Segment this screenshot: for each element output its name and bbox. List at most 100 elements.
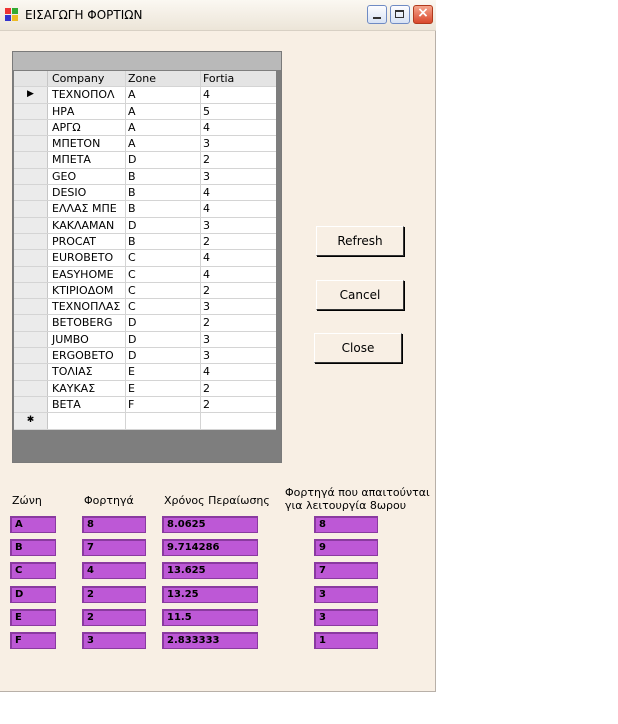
fortia-cell[interactable]: 4: [203, 365, 210, 378]
minimize-button[interactable]: [367, 5, 387, 24]
loads-field[interactable]: 4: [82, 562, 146, 580]
row-selector[interactable]: [14, 364, 48, 380]
company-cell[interactable]: ΤΟΛΙΑΣ: [52, 365, 93, 378]
table-row[interactable]: GEO B 3: [14, 168, 276, 186]
fortia-cell[interactable]: 4: [203, 186, 210, 199]
zone-cell[interactable]: A: [128, 137, 136, 150]
column-header-zone[interactable]: Zone: [128, 72, 156, 85]
row-selector[interactable]: [14, 282, 48, 299]
zone-cell[interactable]: F: [128, 398, 134, 411]
fortia-cell[interactable]: 3: [203, 170, 210, 183]
refresh-button[interactable]: Refresh: [316, 226, 404, 256]
fortia-cell[interactable]: 3: [203, 137, 210, 150]
zone-cell[interactable]: D: [128, 153, 136, 166]
zone-cell[interactable]: B: [128, 235, 136, 248]
row-selector[interactable]: [14, 217, 48, 233]
wait-time-field[interactable]: 13.625: [162, 562, 258, 580]
row-selector[interactable]: [14, 396, 48, 413]
wait-time-field[interactable]: 9.714286: [162, 539, 258, 557]
zone-cell[interactable]: E: [128, 382, 135, 395]
table-row[interactable]: ΕΛΛΑΣ ΜΠΕ B 4: [14, 201, 276, 218]
wait-time-field[interactable]: 8.0625: [162, 516, 258, 533]
zone-cell[interactable]: C: [128, 251, 136, 264]
company-cell[interactable]: ΗΡΑ: [52, 105, 74, 118]
column-header-company[interactable]: Company: [52, 72, 104, 85]
company-cell[interactable]: GEO: [52, 170, 76, 183]
zone-cell[interactable]: D: [128, 316, 136, 329]
fortia-cell[interactable]: 4: [203, 202, 210, 215]
company-cell[interactable]: ΚΑΚΛΑΜΑΝ: [52, 219, 114, 232]
row-selector[interactable]: [14, 168, 48, 185]
company-cell[interactable]: JUMBO: [52, 333, 89, 346]
row-selector[interactable]: [14, 185, 48, 201]
required-field[interactable]: 1: [314, 632, 378, 649]
row-selector[interactable]: [14, 380, 48, 396]
company-cell[interactable]: ΚΑΥΚΑΣ: [52, 382, 95, 395]
table-row[interactable]: ERGOBETO D 3: [14, 348, 276, 365]
company-cell[interactable]: BETOBERG: [52, 316, 113, 329]
table-row[interactable]: ΚΑΥΚΑΣ E 2: [14, 380, 276, 397]
grid-table[interactable]: Company Zone Fortia ▶ ΤΕΧΝΟΠΟΛ A 4 ΗΡΑ A 5 ΑΡΓΩ…: [14, 71, 276, 430]
row-selector[interactable]: [14, 299, 48, 315]
fortia-cell[interactable]: 4: [203, 268, 210, 281]
zone-cell[interactable]: D: [128, 333, 136, 346]
zone-cell[interactable]: B: [128, 170, 136, 183]
row-selector[interactable]: [14, 103, 48, 119]
table-row[interactable]: BETOBERG D 2: [14, 315, 276, 332]
zone-cell[interactable]: A: [128, 88, 136, 101]
company-cell[interactable]: PROCAT: [52, 235, 96, 248]
zone-cell[interactable]: A: [128, 121, 136, 134]
table-row[interactable]: EASYHOME C 4: [14, 266, 276, 283]
table-row[interactable]: ΤΟΛΙΑΣ E 4: [14, 364, 276, 381]
wait-time-field[interactable]: 11.5: [162, 608, 258, 626]
row-selector[interactable]: [14, 266, 48, 282]
loads-field[interactable]: 7: [82, 539, 146, 557]
zone-cell[interactable]: C: [128, 268, 136, 281]
new-row[interactable]: ✱: [14, 413, 276, 430]
fortia-cell[interactable]: 4: [203, 251, 210, 264]
company-cell[interactable]: ΚΤΙΡΙΟΔΟΜ: [52, 284, 113, 297]
wait-time-field[interactable]: 2.833333: [162, 632, 258, 649]
loads-field[interactable]: 3: [82, 632, 146, 649]
company-cell[interactable]: ΑΡΓΩ: [52, 121, 81, 134]
row-selector[interactable]: ▶: [14, 87, 48, 103]
loads-field[interactable]: 2: [82, 608, 146, 626]
row-selector[interactable]: [14, 233, 48, 250]
zone-cell[interactable]: D: [128, 219, 136, 232]
fortia-cell[interactable]: 2: [203, 398, 210, 411]
table-row[interactable]: ΚΤΙΡΙΟΔΟΜ C 2: [14, 282, 276, 300]
wait-time-field[interactable]: 13.25: [162, 585, 258, 603]
zone-field[interactable]: D: [10, 585, 56, 603]
zone-cell[interactable]: A: [128, 105, 136, 118]
table-row[interactable]: PROCAT B 2: [14, 233, 276, 251]
company-cell[interactable]: ΤΕΧΝΟΠΟΛ: [52, 88, 115, 101]
fortia-cell[interactable]: 3: [203, 300, 210, 313]
loads-field[interactable]: 8: [82, 516, 146, 533]
cancel-button[interactable]: Cancel: [316, 280, 404, 310]
table-row[interactable]: EUROBETO C 4: [14, 250, 276, 267]
company-cell[interactable]: ΒΕΤΑ: [52, 398, 81, 411]
zone-cell[interactable]: C: [128, 300, 136, 313]
table-row[interactable]: ΚΑΚΛΑΜΑΝ D 3: [14, 217, 276, 234]
zone-field[interactable]: E: [10, 608, 56, 626]
table-row[interactable]: ΜΠΕΤΟΝ A 3: [14, 136, 276, 153]
fortia-cell[interactable]: 2: [203, 235, 210, 248]
fortia-cell[interactable]: 4: [203, 88, 210, 101]
company-cell[interactable]: ΕΛΛΑΣ ΜΠΕ: [52, 202, 117, 215]
company-cell[interactable]: EUROBETO: [52, 251, 113, 264]
table-row[interactable]: ΒΕΤΑ F 2: [14, 396, 276, 414]
loads-field[interactable]: 2: [82, 585, 146, 603]
company-cell[interactable]: ERGOBETO: [52, 349, 114, 362]
company-cell[interactable]: ΜΠΕΤΟΝ: [52, 137, 100, 150]
fortia-cell[interactable]: 3: [203, 349, 210, 362]
column-header-fortia[interactable]: Fortia: [203, 72, 234, 85]
zone-cell[interactable]: D: [128, 349, 136, 362]
row-selector[interactable]: [14, 201, 48, 217]
zone-cell[interactable]: B: [128, 186, 136, 199]
table-row[interactable]: ▶ ΤΕΧΝΟΠΟΛ A 4: [14, 87, 276, 104]
fortia-cell[interactable]: 3: [203, 333, 210, 346]
required-field[interactable]: 7: [314, 562, 378, 580]
company-cell[interactable]: EASYHOME: [52, 268, 114, 281]
close-window-button[interactable]: ×: [413, 5, 433, 24]
required-field[interactable]: 8: [314, 516, 378, 533]
